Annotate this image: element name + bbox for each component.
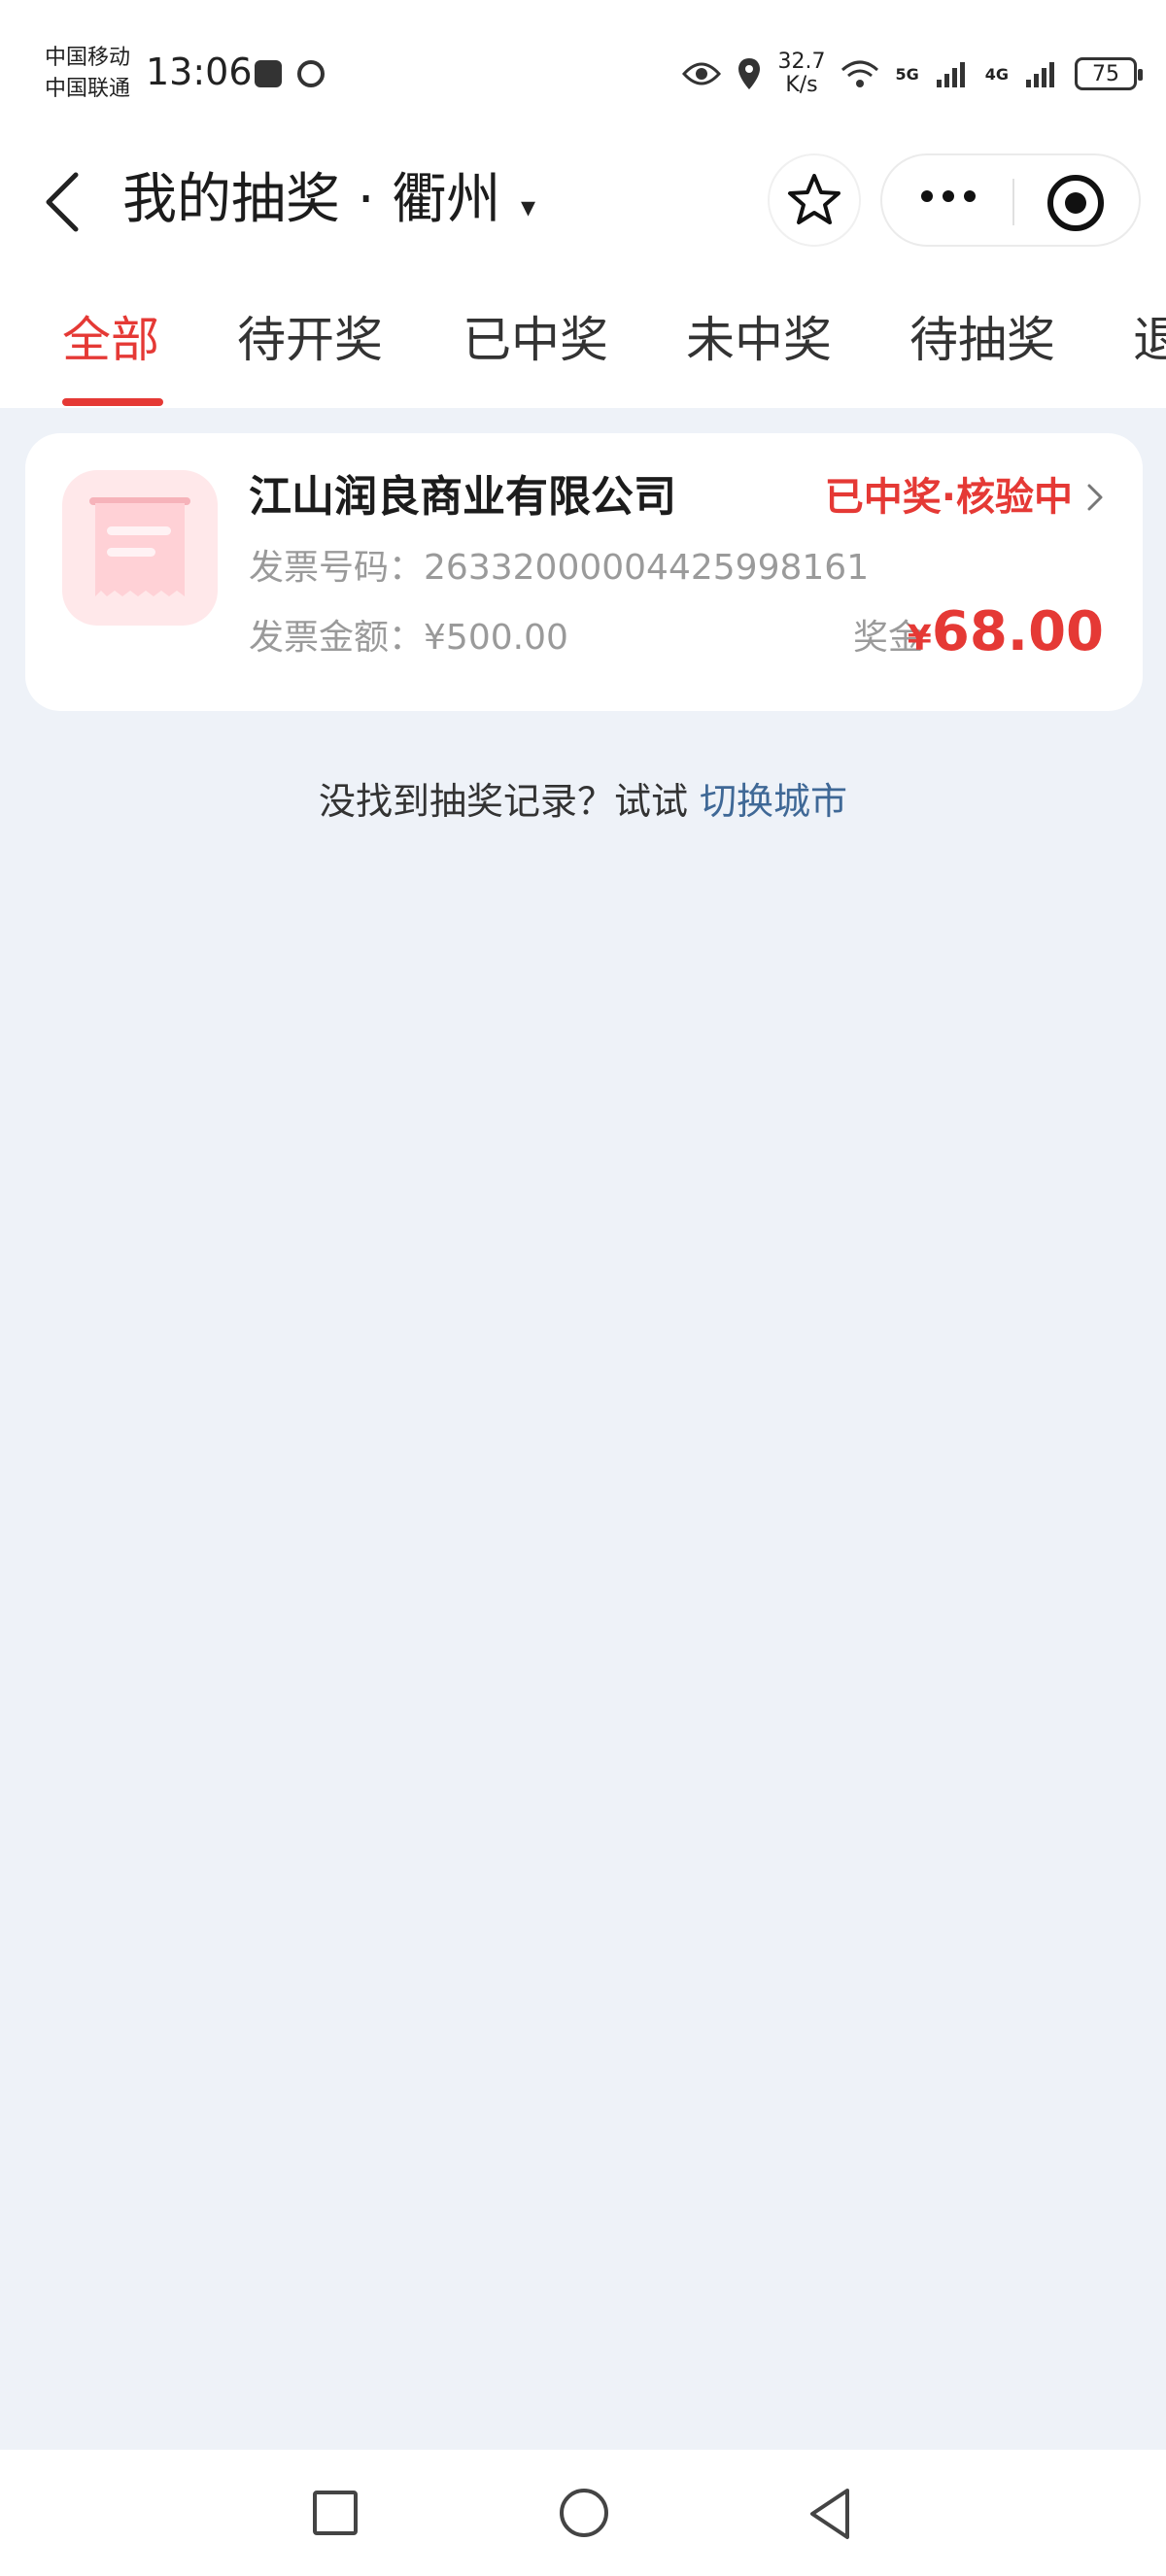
carrier-2: 中国联通 (45, 77, 131, 101)
battery-level: 75 (1092, 61, 1119, 86)
city-dropdown-caret[interactable]: ▾ (521, 190, 535, 224)
capsule-divider (1012, 179, 1014, 225)
network-type-2: 4G (984, 64, 1009, 84)
filter-tabs: 全部 待开奖 已中奖 未中奖 待抽奖 退 (0, 258, 1166, 408)
chevron-right-icon (1087, 484, 1103, 511)
star-icon (788, 174, 840, 224)
status-right: 32.7 K/s 5G 4G 75 (682, 47, 1143, 101)
speed-value: 32.7 (777, 50, 826, 74)
circle-icon[interactable] (560, 2489, 608, 2537)
page: 中国移动 中国联通 13:06 32.7 K/s 5G 4G 75 我的抽奖 ·… (0, 0, 1166, 2576)
invoice-amount-value: ¥500.00 (424, 618, 568, 658)
mini-program-capsule (880, 153, 1141, 247)
prize-currency: ¥ (907, 619, 932, 659)
status-time: 13:06 (146, 51, 253, 93)
record-status: 已中奖·核验中 (824, 475, 1073, 520)
invoice-number-value: 26332000004425998161 (424, 548, 870, 588)
title-bar: 我的抽奖 · 衢州 ▾ (0, 146, 1166, 258)
tab-not-won[interactable]: 未中奖 (686, 309, 832, 371)
invoice-amount-label: 发票金额： (249, 618, 425, 658)
status-bar: 中国移动 中国联通 13:06 32.7 K/s 5G 4G 75 (0, 0, 1166, 146)
invoice-number-row: 发票号码：26332000004425998161 (249, 544, 869, 593)
network-speed: 32.7 K/s (777, 51, 825, 97)
invoice-number-label: 发票号码： (249, 548, 425, 588)
signal-icon-2 (1026, 62, 1054, 87)
carrier-1: 中国移动 (45, 46, 131, 70)
square-icon[interactable] (313, 2491, 358, 2535)
record-status-link[interactable]: 已中奖·核验中 (825, 468, 1104, 526)
battery-icon: 75 (1075, 57, 1143, 90)
more-dots-icon[interactable] (921, 190, 976, 202)
tab-all[interactable]: 全部 (62, 309, 159, 371)
page-title[interactable]: 我的抽奖 · 衢州 (122, 165, 500, 235)
empty-hint: 没找到抽奖记录？试试 切换城市 (0, 775, 1166, 828)
network-type-1: 5G (895, 64, 919, 84)
tab-to-draw[interactable]: 待抽奖 (909, 309, 1055, 371)
prize-value: 68.00 (931, 600, 1104, 663)
favorite-button[interactable] (768, 153, 861, 247)
system-nav-bar (0, 2450, 1166, 2576)
merchant-name: 江山润良商业有限公司 (249, 472, 676, 522)
location-icon (738, 58, 761, 89)
prize-amount: ¥68.00 (908, 598, 1104, 679)
carrier-labels: 中国移动 中国联通 (45, 43, 130, 105)
location-ping-icon (297, 60, 325, 87)
signal-icon-1 (936, 62, 965, 87)
hint-text: 没找到抽奖记录？试试 (318, 780, 701, 823)
invoice-amount-row: 发票金额：¥500.00 (249, 614, 568, 662)
wifi-icon (841, 60, 879, 87)
receipt-icon (89, 497, 190, 596)
speed-unit: K/s (785, 73, 818, 97)
receipt-icon-tile (62, 470, 218, 626)
tab-won[interactable]: 已中奖 (463, 309, 608, 371)
eye-icon (682, 62, 722, 85)
triangle-back-icon[interactable] (806, 2487, 853, 2541)
switch-city-link[interactable]: 切换城市 (700, 780, 847, 823)
app-notification-icon (255, 60, 282, 87)
tab-pending-draw[interactable]: 待开奖 (237, 309, 383, 371)
active-tab-indicator (62, 398, 163, 406)
tab-refund[interactable]: 退 (1133, 309, 1166, 371)
chevron-left-icon[interactable] (39, 171, 86, 233)
lottery-record-card[interactable]: 江山润良商业有限公司 已中奖·核验中 发票号码：2633200000442599… (25, 433, 1143, 711)
target-icon[interactable] (1047, 175, 1104, 231)
